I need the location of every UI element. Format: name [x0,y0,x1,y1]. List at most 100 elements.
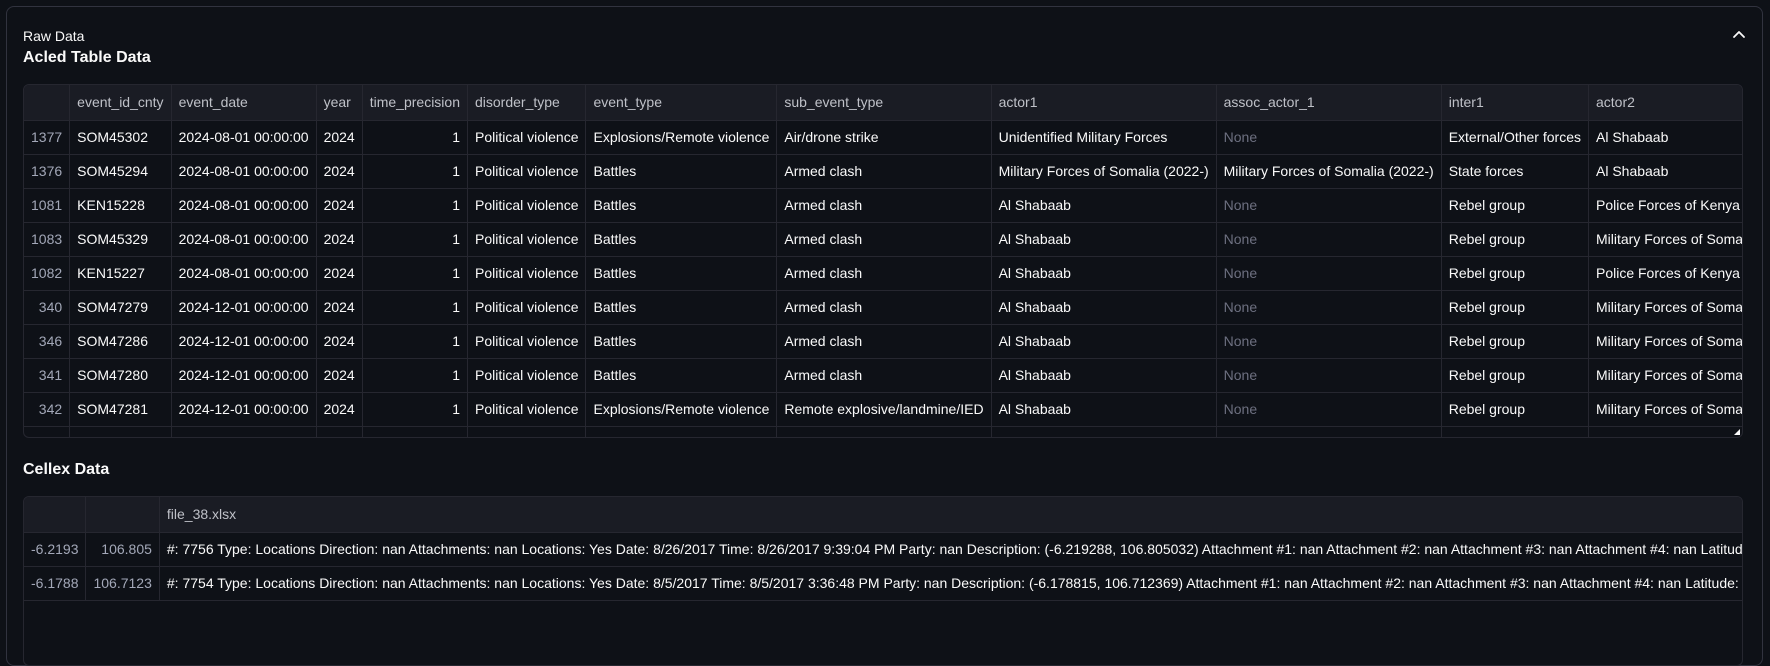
column-header[interactable] [24,85,71,121]
expander-header[interactable]: Raw Data [23,21,1746,51]
table-cell[interactable]: SOM47286 [69,324,172,359]
table-cell[interactable]: 1376 [24,154,71,189]
table-cell[interactable]: Explosions/Remote violence [585,392,778,427]
table-row[interactable]: 1083 SOM45329 2024-08-01 00:00:00 2024 1 Poli… [24,222,1742,257]
table-cell[interactable]: 2024-12-01 00:00:00 [171,392,317,427]
table-cell[interactable]: KEN15227 [69,256,172,291]
table-cell[interactable]: 340 [24,290,71,325]
table-cell[interactable]: Political violence [467,188,587,223]
cellex-data-grid[interactable]: file_38.xlsx -6.2193 106.805 #: 7756 Type:… [23,496,1743,666]
table-row[interactable]: 346 SOM47286 2024-12-01 00:00:00 2024 1 Polit… [24,324,1742,359]
table-cell[interactable]: 2024 [316,188,363,223]
table-cell[interactable]: Al Shabaab [991,426,1217,437]
table-cell[interactable]: Unidentified Military Forces [991,120,1217,155]
column-header[interactable]: sub_event_type [776,85,992,121]
table-cell[interactable]: 2024-12-01 00:00:00 [171,324,317,359]
table-cell[interactable]: 106.805 [85,532,160,567]
table-cell[interactable]: 346 [24,324,71,359]
table-cell[interactable]: 1377 [24,120,71,155]
table-cell[interactable]: Military Forces of Somalia (2022-) [1588,392,1742,427]
table-cell[interactable]: 2024 [316,426,363,437]
table-cell[interactable]: Al Shabaab [1588,154,1742,189]
column-header[interactable] [24,497,87,533]
table-cell[interactable]: 1 [362,290,468,325]
table-cell[interactable]: State forces [1441,154,1589,189]
table-cell[interactable]: 343 [24,426,71,437]
table-cell[interactable]: 1082 [24,256,71,291]
table-cell[interactable]: Political violence [467,222,587,257]
table-cell[interactable]: Al Shabaab [991,290,1217,325]
table-cell[interactable]: Police Forces of Kenya (2022-) [1588,188,1742,223]
table-cell[interactable]: Armed clash [776,358,992,393]
table-cell[interactable]: Political violence [467,426,587,437]
acled-data-grid[interactable]: event_id_cnty event_date year time_precisio… [23,84,1743,438]
table-cell[interactable]: Air/drone strike [776,120,992,155]
column-header[interactable]: event_date [171,85,317,121]
table-cell[interactable]: Rebel group [1441,392,1589,427]
table-cell[interactable]: External/Other forces [1441,120,1589,155]
table-cell[interactable]: SOM45329 [69,222,172,257]
column-header[interactable]: year [316,85,363,121]
table-cell[interactable]: 2024-12-01 00:00:00 [171,358,317,393]
table-cell[interactable]: Al Shabaab [1588,120,1742,155]
table-cell[interactable]: KEN15228 [69,188,172,223]
table-cell[interactable]: 106.7123 [85,566,160,601]
column-header[interactable] [85,497,160,533]
table-cell[interactable]: 341 [24,358,71,393]
table-cell[interactable]: Political violence [467,256,587,291]
table-cell[interactable]: Political violence [467,154,587,189]
table-cell[interactable]: Rebel group [1441,358,1589,393]
table-cell[interactable]: Explosions/Remote violence [585,120,778,155]
table-cell[interactable]: 1 [362,392,468,427]
table-row[interactable]: 343SOM472822024-12-01 00:00:0020241Polit… [24,426,1742,437]
table-cell[interactable]: 2024-08-01 00:00:00 [171,154,317,189]
table-cell[interactable]: Armed clash [776,154,992,189]
table-row[interactable]: 1376 SOM45294 2024-08-01 00:00:00 2024 1 Poli… [24,154,1742,189]
table-row[interactable]: 342 SOM47281 2024-12-01 00:00:00 2024 1 Polit… [24,392,1742,427]
table-cell[interactable]: Military Forces of Somalia (2022-) [1216,154,1442,189]
table-cell[interactable]: Battles [585,188,778,223]
table-row[interactable]: 1082 KEN15227 2024-08-01 00:00:00 2024 1 Poli… [24,256,1742,291]
table-cell[interactable]: Rebel group [1441,324,1589,359]
table-cell[interactable]: 2024 [316,358,363,393]
table-cell[interactable]: #: 7754 Type: Locations Direction: nan A… [159,566,1742,601]
table-cell[interactable]: Al Shabaab [991,392,1217,427]
table-cell[interactable]: Military Forces of Somalia (2022-) [1588,290,1742,325]
table-cell[interactable]: SOM45302 [69,120,172,155]
table-cell[interactable]: None [1216,120,1442,155]
table-cell[interactable]: SOM47280 [69,358,172,393]
column-header[interactable]: inter1 [1441,85,1589,121]
table-cell[interactable]: #: 7756 Type: Locations Direction: nan A… [159,532,1742,567]
table-cell[interactable]: 1 [362,188,468,223]
table-cell[interactable]: Rebel group [1441,290,1589,325]
table-cell[interactable]: Battles [585,324,778,359]
table-cell[interactable]: 2024 [316,222,363,257]
table-cell[interactable]: Armed clash [776,188,992,223]
table-cell[interactable]: 1 [362,154,468,189]
table-cell[interactable]: 2024 [316,120,363,155]
table-cell[interactable]: 1 [362,120,468,155]
table-cell[interactable]: SOM45294 [69,154,172,189]
table-cell[interactable]: Rebel group [1441,222,1589,257]
table-cell[interactable]: Armed clash [776,290,992,325]
table-cell[interactable]: Military Forces of Somalia (2022-) [991,154,1217,189]
table-cell[interactable]: Armed clash [776,256,992,291]
table-cell[interactable]: Rebel group [1441,426,1589,437]
table-cell[interactable]: Rebel group [1441,188,1589,223]
table-cell[interactable]: Remote explosive/landmine/IED [776,392,992,427]
column-header[interactable]: event_type [585,85,778,121]
table-cell[interactable]: None [1216,358,1442,393]
table-cell[interactable]: Al Shabaab [991,256,1217,291]
table-cell[interactable]: Military Forces of Somalia (2022-) [1588,222,1742,257]
table-cell[interactable]: Military Forces of Somalia (2022-) [1588,358,1742,393]
table-cell[interactable]: Al Shabaab [991,188,1217,223]
table-cell[interactable]: Military Forces of Somalia (2022-) [1588,426,1742,437]
table-cell[interactable]: Battles [585,222,778,257]
table-cell[interactable]: 2024 [316,324,363,359]
column-header[interactable]: event_id_cnty [69,85,172,121]
table-cell[interactable]: None [1216,392,1442,427]
table-cell[interactable]: Rebel group [1441,256,1589,291]
table-cell[interactable]: 2024-12-01 00:00:00 [171,290,317,325]
column-header[interactable]: time_precision [362,85,468,121]
column-header[interactable]: disorder_type [467,85,587,121]
